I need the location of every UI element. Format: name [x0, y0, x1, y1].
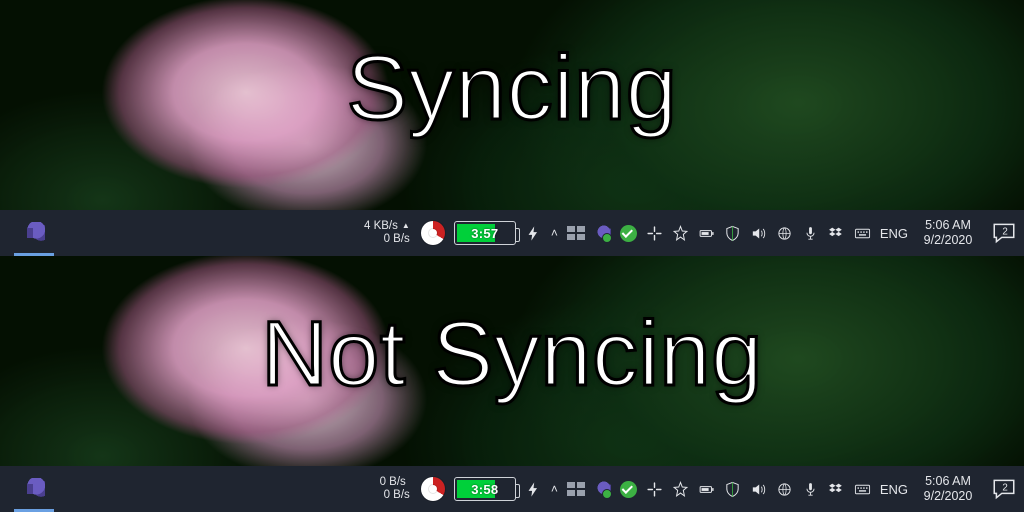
action-center-button[interactable]: 2	[991, 476, 1017, 502]
status-ok-icon[interactable]	[620, 225, 637, 242]
panel-syncing: Syncing 4 KB/s ▲ 0 B/s 3:57	[0, 0, 1024, 256]
caption-syncing: Syncing	[347, 36, 678, 141]
taskbar-left	[0, 210, 58, 256]
status-ok-icon[interactable]	[620, 481, 637, 498]
app-tray-icon-1[interactable]	[567, 482, 585, 496]
network-meter[interactable]: 0 B/s 0 B/s	[380, 476, 410, 502]
microphone-icon[interactable]	[802, 225, 819, 242]
star-tray-icon[interactable]	[672, 225, 689, 242]
charging-icon	[525, 481, 542, 498]
clock-time: 5:06 AM	[925, 474, 971, 489]
battery-tray-icon[interactable]	[698, 225, 715, 242]
net-up-arrow-icon: ▲	[402, 219, 410, 232]
net-down-value: 0 B/s	[380, 476, 406, 489]
charging-icon	[525, 225, 542, 242]
action-center-button[interactable]: 2	[991, 220, 1017, 246]
speaker-icon[interactable]	[750, 481, 767, 498]
tray-overflow-chevron-icon[interactable]: ˄	[551, 226, 558, 240]
security-shield-icon[interactable]	[724, 225, 741, 242]
star-tray-icon[interactable]	[672, 481, 689, 498]
globe-icon[interactable]	[776, 225, 793, 242]
timer-tray-icon[interactable]	[421, 477, 445, 501]
net-down-value: 4 KB/s	[364, 220, 398, 233]
caption-not-syncing: Not Syncing	[261, 302, 763, 407]
taskbar-bottom: 0 B/s 0 B/s 3:58 ˄	[0, 466, 1024, 512]
taskbar-right: 0 B/s 0 B/s 3:58 ˄	[380, 466, 1024, 512]
taskbar-top: 4 KB/s ▲ 0 B/s 3:57 ˄	[0, 210, 1024, 256]
battery-meter[interactable]: 3:57	[454, 221, 516, 245]
teams-tray-icon[interactable]	[594, 225, 611, 242]
net-up-value: 0 B/s	[384, 233, 410, 246]
panel-not-syncing: Not Syncing 0 B/s 0 B/s 3:58	[0, 256, 1024, 512]
system-clock[interactable]: 5:06 AM 9/2/2020	[917, 474, 979, 504]
battery-meter[interactable]: 3:58	[454, 477, 516, 501]
security-shield-icon[interactable]	[724, 481, 741, 498]
taskbar-left	[0, 466, 58, 512]
clock-date: 9/2/2020	[924, 489, 973, 504]
microphone-icon[interactable]	[802, 481, 819, 498]
comparison-root: Syncing 4 KB/s ▲ 0 B/s 3:57	[0, 0, 1024, 512]
globe-icon[interactable]	[776, 481, 793, 498]
taskbar-right: 4 KB/s ▲ 0 B/s 3:57 ˄	[364, 210, 1024, 256]
battery-time-remaining: 3:57	[471, 226, 498, 241]
keyboard-ime-icon[interactable]	[854, 225, 871, 242]
slack-tray-icon[interactable]	[646, 225, 663, 242]
ime-language[interactable]: ENG	[880, 482, 908, 497]
battery-time-remaining: 3:58	[471, 482, 498, 497]
keyboard-ime-icon[interactable]	[854, 481, 871, 498]
network-meter[interactable]: 4 KB/s ▲ 0 B/s	[364, 220, 410, 246]
taskbar-app-teams[interactable]	[10, 210, 58, 256]
taskbar-app-teams[interactable]	[10, 466, 58, 512]
tray-overflow-chevron-icon[interactable]: ˄	[551, 482, 558, 496]
notification-count: 2	[1002, 227, 1007, 238]
system-clock[interactable]: 5:06 AM 9/2/2020	[917, 218, 979, 248]
clock-time: 5:06 AM	[925, 218, 971, 233]
app-tray-icon-1[interactable]	[567, 226, 585, 240]
teams-tray-icon[interactable]	[594, 481, 611, 498]
ime-language[interactable]: ENG	[880, 226, 908, 241]
battery-tray-icon[interactable]	[698, 481, 715, 498]
timer-tray-icon[interactable]	[421, 221, 445, 245]
teams-icon	[23, 478, 45, 500]
speaker-icon[interactable]	[750, 225, 767, 242]
dropbox-icon[interactable]	[828, 481, 845, 498]
net-up-value: 0 B/s	[384, 489, 410, 502]
dropbox-icon[interactable]	[828, 225, 845, 242]
clock-date: 9/2/2020	[924, 233, 973, 248]
teams-icon	[23, 222, 45, 244]
slack-tray-icon[interactable]	[646, 481, 663, 498]
notification-count: 2	[1002, 483, 1007, 494]
